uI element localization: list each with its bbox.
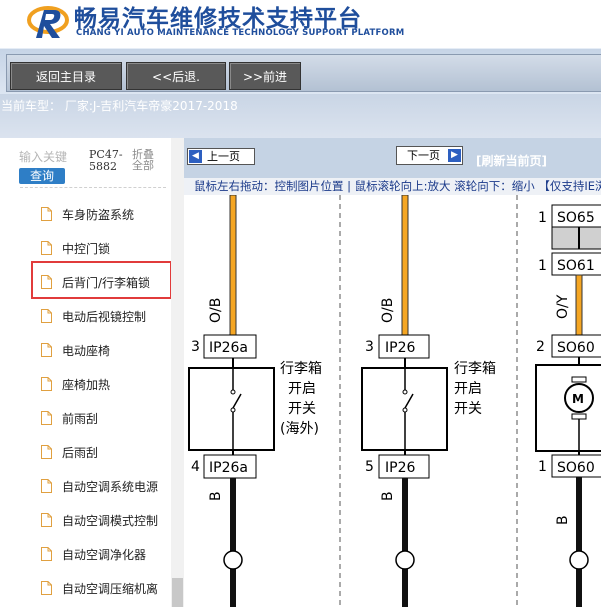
sidebar-item-label: 自动空调系统电源 xyxy=(62,480,159,494)
arrow-left-icon: ◀ xyxy=(189,150,202,163)
connector-ip26a-bot-label: IP26a xyxy=(209,460,248,476)
viewer-help-text: 鼠标左右拖动：控制图片位置 | 鼠标滚轮向上:放大 滚轮向下：缩小 【仅支持IE… xyxy=(194,179,601,193)
wiring-diagram-svg: O/B 3 IP26a 行李箱 开启 开关 (海外) 4 IP26a B O/B xyxy=(188,195,601,607)
connector-ip26-top-label: IP26 xyxy=(385,340,415,356)
document-icon xyxy=(41,547,52,561)
document-icon xyxy=(41,513,52,527)
wire-b-1 xyxy=(230,478,236,607)
document-icon xyxy=(41,309,52,323)
connector-so65-label: SO65 xyxy=(557,210,595,226)
pin-5-c2: 5 xyxy=(365,459,374,475)
app-header: 畅易汽车维修技术支持平台 CHANG YI AUTO MAINTENANCE T… xyxy=(0,0,601,48)
connector-so60-bot-label: SO60 xyxy=(557,460,595,476)
pc-code: PC47-5882 xyxy=(89,149,127,173)
pin-2-so60: 2 xyxy=(536,339,545,355)
platform-subtitle: CHANG YI AUTO MAINTENANCE TECHNOLOGY SUP… xyxy=(76,28,405,38)
sidebar-item-label: 后雨刮 xyxy=(62,446,99,460)
pin-1-so65: 1 xyxy=(538,210,547,226)
pin-1-so60: 1 xyxy=(538,459,547,475)
connector-ip26a-top-label: IP26a xyxy=(209,340,248,356)
sidebar-scroll-thumb[interactable] xyxy=(172,578,183,607)
pin-4-c1: 4 xyxy=(191,459,200,475)
wire-ob-2 xyxy=(401,195,409,336)
switch-label-2-l3: 开关 xyxy=(454,401,482,417)
wire-label-b-2: B xyxy=(380,491,396,501)
wire-b-3 xyxy=(576,477,582,607)
switch-label-1-l1: 行李箱 xyxy=(280,361,322,377)
wire-label-ob-2: O/B xyxy=(380,298,396,323)
sidebar-divider xyxy=(20,187,166,188)
highlight-box xyxy=(31,261,172,299)
splice-1 xyxy=(223,550,243,570)
viewer-toolbar: ◀ 上一页 下一页 ▶ [刷新当前页] xyxy=(184,138,601,178)
sidebar-item-label: 自动空调净化器 xyxy=(62,548,147,562)
splice-2 xyxy=(395,550,415,570)
back-button[interactable]: <<后退. xyxy=(126,62,226,90)
platform-logo xyxy=(27,6,69,38)
sidebar-item-label: 电动座椅 xyxy=(62,344,111,358)
wire-label-b-1: B xyxy=(208,491,224,501)
arrow-right-icon: ▶ xyxy=(448,149,461,162)
diagram-viewer: ◀ 上一页 下一页 ▶ [刷新当前页] 鼠标左右拖动：控制图片位置 | 鼠标滚轮… xyxy=(184,138,601,607)
pin-3-c2: 3 xyxy=(365,339,374,355)
wire-b-2 xyxy=(402,478,408,607)
switch-label-1-l4: (海外) xyxy=(280,421,319,437)
document-icon xyxy=(41,377,52,391)
sidebar-item-label: 中控门锁 xyxy=(62,242,111,256)
document-icon xyxy=(41,479,52,493)
forward-button[interactable]: >>前进 xyxy=(229,62,301,90)
connector-ip26-bot-label: IP26 xyxy=(385,460,415,476)
wire-ob-1 xyxy=(229,195,237,336)
current-model-text: 当前车型： 厂家:J-吉利汽车帝豪2017-2018 xyxy=(1,99,238,113)
switch-label-2-l1: 行李箱 xyxy=(454,361,496,377)
prev-page-label: 上一页 xyxy=(207,150,240,163)
splice-3 xyxy=(569,550,589,570)
fold-all-link[interactable]: 折叠全部 xyxy=(132,149,158,171)
document-icon xyxy=(41,411,52,425)
document-icon xyxy=(41,241,52,255)
sidebar-item-label: 车身防盗系统 xyxy=(62,208,135,222)
search-button[interactable]: 查询 xyxy=(19,168,65,184)
sidebar-item-label: 前雨刮 xyxy=(62,412,99,426)
sidebar-item-label: 座椅加热 xyxy=(62,378,111,392)
document-icon xyxy=(41,207,52,221)
wire-label-b-3: B xyxy=(555,515,571,525)
switch-label-2-l2: 开启 xyxy=(454,381,482,397)
document-icon xyxy=(41,581,52,595)
wire-label-ob-1: O/B xyxy=(208,298,224,323)
sidebar-scrollbar[interactable] xyxy=(171,138,184,607)
motor-label: M xyxy=(572,392,584,406)
pin-3-c1: 3 xyxy=(191,339,200,355)
wiring-diagram[interactable]: O/B 3 IP26a 行李箱 开启 开关 (海外) 4 IP26a B O/B xyxy=(184,195,601,607)
pin-1-so61: 1 xyxy=(538,258,547,274)
current-model-bar: 当前车型： 厂家:J-吉利汽车帝豪2017-2018 xyxy=(0,94,601,138)
motor-cap-bot xyxy=(571,413,587,420)
sidebar-search: 输入关键 查询 PC47-5882 折叠全部 xyxy=(19,146,169,190)
switch-label-1-l3: 开关 xyxy=(288,401,316,417)
document-icon xyxy=(41,445,52,459)
refresh-page-link[interactable]: [刷新当前页] xyxy=(476,152,547,169)
next-page-label: 下一页 xyxy=(407,149,440,162)
back-to-main-button[interactable]: 返回主目录 xyxy=(10,62,122,90)
viewer-help-bar: 鼠标左右拖动：控制图片位置 | 鼠标滚轮向上:放大 滚轮向下：缩小 【仅支持IE… xyxy=(184,178,601,195)
sidebar: 输入关键 查询 PC47-5882 折叠全部 车身防盗系统 中控门锁 后背门/行李箱… xyxy=(0,138,184,607)
connector-so61-label: SO61 xyxy=(557,258,595,274)
nav-toolbar: 返回主目录 <<后退. >>前进 xyxy=(0,48,601,95)
wire-oy xyxy=(575,274,583,336)
motor-cap-top xyxy=(571,376,587,383)
nav-toolbar-frame: 返回主目录 <<后退. >>前进 xyxy=(6,54,601,92)
connector-so60-top-label: SO60 xyxy=(557,340,595,356)
prev-page-button[interactable]: ◀ 上一页 xyxy=(187,148,255,165)
connector-gray xyxy=(551,226,601,250)
wire-label-oy: O/Y xyxy=(555,294,571,319)
sidebar-item-label: 自动空调压缩机离 xyxy=(62,582,159,596)
fold-all-text: 折叠全部 xyxy=(132,148,154,172)
sidebar-item-label: 自动空调模式控制 xyxy=(62,514,159,528)
sidebar-item-label: 电动后视镜控制 xyxy=(62,310,147,324)
document-icon xyxy=(41,343,52,357)
keyword-input[interactable]: 输入关键 xyxy=(19,148,71,165)
switch-label-1-l2: 开启 xyxy=(288,381,316,397)
pc-code-text: PC47-5882 xyxy=(89,148,123,173)
next-page-button[interactable]: 下一页 ▶ xyxy=(396,146,463,165)
